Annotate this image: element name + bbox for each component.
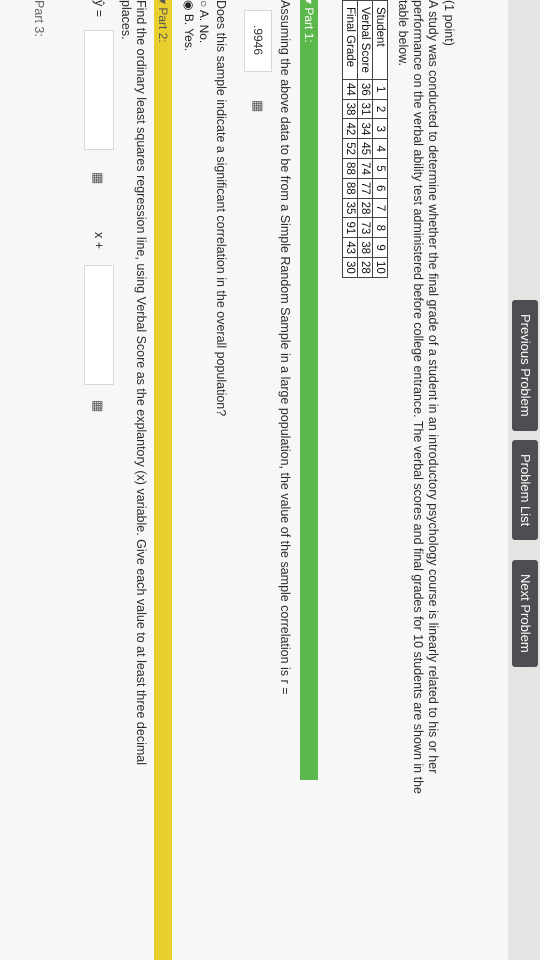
correlation-answer-field[interactable]: .9946	[244, 10, 272, 72]
part1-header[interactable]: ▾ Part 1:	[300, 0, 318, 780]
slope-answer-field[interactable]	[84, 265, 114, 385]
table-cell: 2	[372, 99, 388, 119]
equation-editor-icon[interactable]: ▦	[250, 100, 266, 112]
table-cell: 74	[357, 158, 373, 179]
row-header-verbal: Verbal Score	[357, 0, 373, 80]
table-cell: 36	[357, 79, 373, 100]
problem-text-line1: A study was conducted to determine wheth…	[426, 0, 440, 774]
part2-header[interactable]: ▾ Part 2:	[154, 0, 172, 960]
table-cell: 45	[357, 138, 373, 159]
table-cell: 52	[342, 138, 358, 159]
table-row-final: Final Grade 44 38 42 52 88 88 35 91 43 3…	[342, 0, 358, 278]
table-cell: 44	[342, 79, 358, 100]
option-a-radio[interactable]: ○ A. No.	[197, 0, 211, 43]
part1-question: Assuming the above data to be from a Sim…	[278, 0, 292, 695]
problem-page: (1 point) A study was conducted to deter…	[0, 0, 508, 960]
table-cell: 38	[342, 99, 358, 119]
next-problem-button[interactable]: Next Problem	[512, 560, 538, 667]
table-cell: 9	[372, 237, 388, 258]
problem-text-line2: performance on the verbal ability test a…	[411, 0, 425, 794]
table-cell: 35	[342, 198, 358, 218]
table-cell: 77	[357, 178, 373, 199]
table-cell: 7	[372, 198, 388, 218]
prev-problem-button[interactable]: Previous Problem	[512, 300, 538, 431]
yhat-label: ŷ =	[92, 0, 106, 18]
data-table: Student 1 2 3 4 5 6 7 8 9 10 Verbal Scor…	[342, 0, 388, 278]
x-plus-label: x +	[92, 232, 106, 250]
problem-list-button[interactable]: Problem List	[512, 440, 538, 541]
table-cell: 10	[372, 257, 388, 278]
table-cell: 31	[357, 99, 373, 119]
table-cell: 38	[357, 237, 373, 258]
option-b-radio[interactable]: ◉ B. Yes.	[182, 0, 196, 51]
part2-question-line2: places.	[119, 0, 133, 40]
table-cell: 42	[342, 118, 358, 139]
table-cell: 88	[342, 158, 358, 179]
table-cell: 91	[342, 217, 358, 238]
part1-significance-question: Does this sample indicate a significant …	[214, 0, 228, 417]
table-cell: 4	[372, 138, 388, 159]
part2-question-line1: Find the ordinary least squares regressi…	[134, 0, 148, 765]
table-row-student: Student 1 2 3 4 5 6 7 8 9 10	[372, 0, 388, 278]
table-cell: 3	[372, 118, 388, 139]
table-cell: 30	[342, 257, 358, 278]
problem-navigation: Previous Problem Problem List Next Probl…	[508, 0, 540, 960]
table-cell: 88	[342, 178, 358, 199]
table-row-verbal: Verbal Score 36 31 34 45 74 77 28 73 38 …	[357, 0, 373, 278]
row-header-student: Student	[372, 0, 388, 80]
table-cell: 6	[372, 178, 388, 199]
row-header-final: Final Grade	[342, 0, 358, 80]
problem-text-line3: table below.	[396, 0, 410, 67]
option-a-label: A. No.	[197, 9, 211, 44]
points: (1 point)	[442, 0, 456, 46]
table-cell: 34	[357, 118, 373, 139]
equation-editor-icon[interactable]: ▦	[90, 400, 106, 412]
part3-label[interactable]: Part 3:	[31, 0, 46, 37]
table-cell: 5	[372, 158, 388, 179]
table-cell: 28	[357, 198, 373, 218]
intercept-answer-field[interactable]	[84, 30, 114, 150]
table-cell: 28	[357, 257, 373, 278]
rotated-page: Previous Problem Problem List Next Probl…	[0, 0, 540, 960]
table-cell: 1	[372, 79, 388, 100]
table-cell: 73	[357, 217, 373, 238]
table-cell: 43	[342, 237, 358, 258]
option-b-label: B. Yes.	[182, 13, 196, 52]
equation-editor-icon[interactable]: ▦	[90, 172, 106, 184]
table-cell: 8	[372, 217, 388, 238]
